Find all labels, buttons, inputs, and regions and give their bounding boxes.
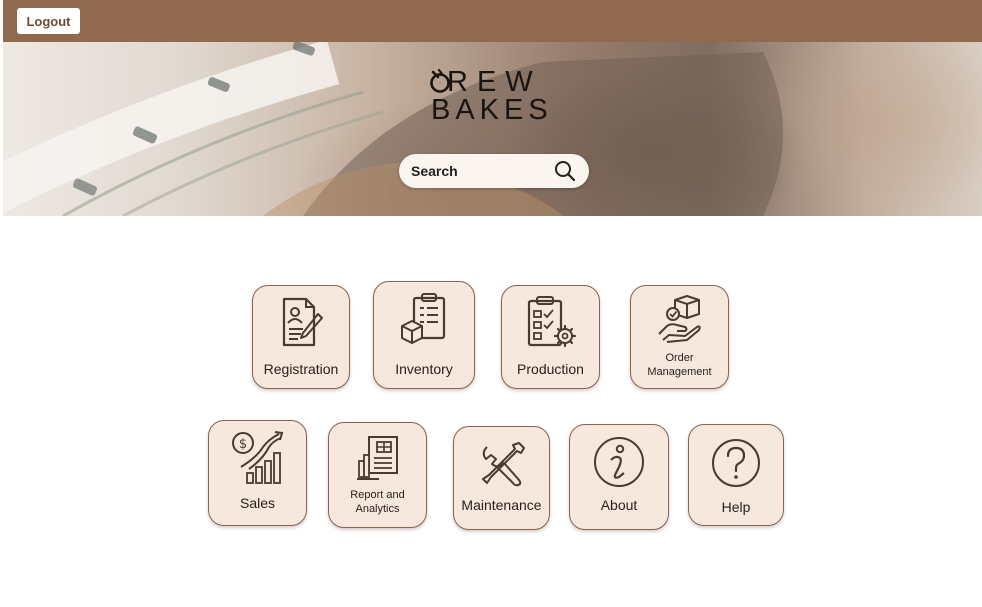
info-icon <box>594 437 644 487</box>
tile-label: Sales <box>239 495 276 511</box>
tile-label: Registration <box>263 361 339 377</box>
logout-button[interactable]: Logout <box>17 8 80 34</box>
tile-label: Maintenance <box>461 497 542 513</box>
wrench-screwdriver-icon <box>481 442 525 487</box>
search-icon[interactable] <box>553 159 577 183</box>
help-tile[interactable]: Help <box>688 424 784 526</box>
order-hand-box-icon <box>657 295 701 343</box>
tile-label: Report and Analytics <box>350 489 405 515</box>
order-management-tile[interactable]: Order Management <box>630 285 729 389</box>
tile-label: Inventory <box>395 361 453 377</box>
report-analytics-tile[interactable]: Report and Analytics <box>328 422 427 528</box>
inventory-tile[interactable]: Inventory <box>373 281 475 389</box>
search-bar[interactable] <box>399 154 589 188</box>
search-input[interactable] <box>409 159 539 183</box>
hero-banner: REW BAKES <box>3 42 982 216</box>
logo-text-line2: BAKES <box>431 94 553 126</box>
tile-label: Production <box>517 361 584 377</box>
registration-tile[interactable]: Registration <box>252 285 350 389</box>
sales-growth-chart-icon: $ <box>231 431 283 484</box>
svg-text:$: $ <box>238 437 246 452</box>
drew-bakes-logo: REW BAKES <box>423 64 573 126</box>
tile-label: Help <box>721 499 751 515</box>
inventory-clipboard-icon <box>401 293 446 344</box>
tile-label: About <box>600 497 638 513</box>
maintenance-tile[interactable]: Maintenance <box>453 426 550 530</box>
production-checklist-gear-icon <box>527 296 576 348</box>
registration-form-icon <box>282 297 323 347</box>
sales-tile[interactable]: $ Sales <box>208 420 307 526</box>
top-bar: Logout <box>3 0 982 42</box>
question-icon <box>712 439 760 487</box>
about-tile[interactable]: About <box>569 424 669 530</box>
tile-label: Order Management <box>647 352 712 378</box>
production-tile[interactable]: Production <box>501 285 600 389</box>
report-document-chart-icon <box>356 436 398 480</box>
